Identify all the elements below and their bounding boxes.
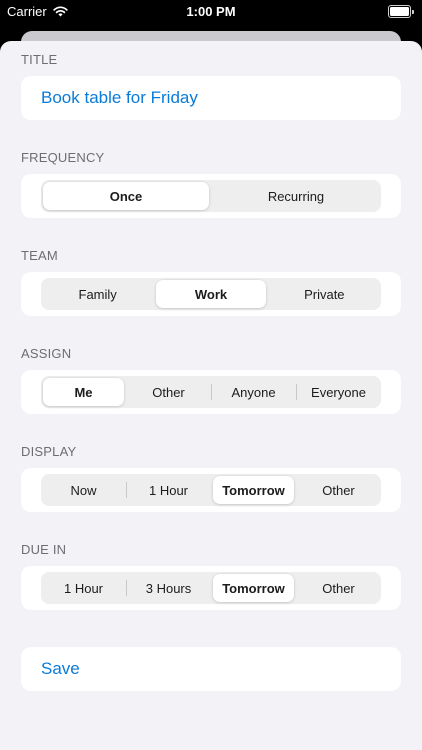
battery-icon [388,5,414,18]
frequency-card: Once Recurring [21,174,401,218]
due-in-option-other[interactable]: Other [296,572,381,604]
status-bar: Carrier 1:00 PM [0,0,422,24]
assign-option-anyone[interactable]: Anyone [211,376,296,408]
due-in-option-tomorrow[interactable]: Tomorrow [211,572,296,604]
display-option-tomorrow[interactable]: Tomorrow [211,474,296,506]
display-option-other[interactable]: Other [296,474,381,506]
team-section-header: TEAM [21,248,58,263]
team-option-private[interactable]: Private [268,278,381,310]
assign-option-me[interactable]: Me [41,376,126,408]
team-option-family[interactable]: Family [41,278,154,310]
save-card[interactable]: Save [21,647,401,691]
title-section-header: TITLE [21,52,58,67]
display-segmented-control[interactable]: Now 1 Hour Tomorrow Other [41,474,381,506]
frequency-section-header: FREQUENCY [21,150,105,165]
assign-section-header: ASSIGN [21,346,72,361]
team-segmented-control[interactable]: Family Work Private [41,278,381,310]
display-card: Now 1 Hour Tomorrow Other [21,468,401,512]
save-button[interactable]: Save [41,659,80,679]
status-time: 1:00 PM [186,4,236,19]
title-card[interactable]: Book table for Friday [21,76,401,120]
title-field[interactable]: Book table for Friday [41,88,198,108]
team-card: Family Work Private [21,272,401,316]
due-in-option-3-hours[interactable]: 3 Hours [126,572,211,604]
assign-option-everyone[interactable]: Everyone [296,376,381,408]
display-section-header: DISPLAY [21,444,77,459]
due-in-section-header: DUE IN [21,542,67,557]
frequency-option-recurring[interactable]: Recurring [211,180,381,212]
task-form-sheet: TITLE Book table for Friday FREQUENCY On… [0,41,422,750]
due-in-segmented-control[interactable]: 1 Hour 3 Hours Tomorrow Other [41,572,381,604]
display-option-now[interactable]: Now [41,474,126,506]
assign-segmented-control[interactable]: Me Other Anyone Everyone [41,376,381,408]
due-in-card: 1 Hour 3 Hours Tomorrow Other [21,566,401,610]
team-option-work[interactable]: Work [154,278,267,310]
assign-option-other[interactable]: Other [126,376,211,408]
display-option-1-hour[interactable]: 1 Hour [126,474,211,506]
frequency-option-once[interactable]: Once [41,180,211,212]
assign-card: Me Other Anyone Everyone [21,370,401,414]
due-in-option-1-hour[interactable]: 1 Hour [41,572,126,604]
frequency-segmented-control[interactable]: Once Recurring [41,180,381,212]
